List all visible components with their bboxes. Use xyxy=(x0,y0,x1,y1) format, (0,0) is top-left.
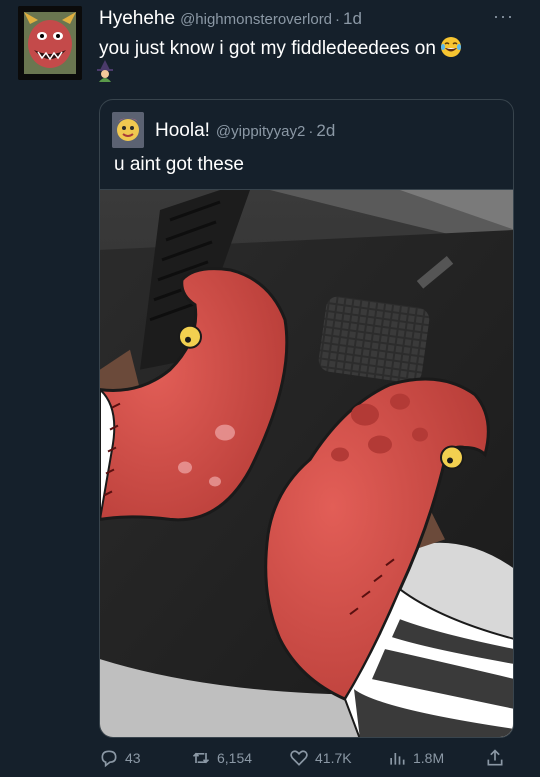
quoted-tweet-image[interactable] xyxy=(100,189,513,737)
views-chart-icon xyxy=(390,753,405,765)
heart-icon xyxy=(290,750,308,766)
separator-dot: · xyxy=(308,123,314,140)
retweet-icon xyxy=(192,752,210,764)
tweet-time[interactable]: 1d xyxy=(343,9,362,29)
quoted-author-header: Hoola! @yippityyay2 · 2d xyxy=(155,120,335,142)
quoted-tweet-text: u aint got these xyxy=(114,154,244,175)
views-button[interactable]: 1.8M xyxy=(387,748,444,768)
reply-count: 43 xyxy=(125,750,141,766)
tweet[interactable]: Hyehehe @highmonsteroverlord · 1d ··· yo… xyxy=(0,0,540,777)
more-options-icon[interactable]: ··· xyxy=(493,6,514,27)
reply-button[interactable]: 43 xyxy=(99,748,141,768)
author-avatar[interactable] xyxy=(18,6,82,80)
laughing-tears-emoji-icon xyxy=(440,37,461,57)
retweet-button[interactable]: 6,154 xyxy=(191,748,252,768)
quoted-author-avatar[interactable] xyxy=(112,112,144,148)
share-button[interactable] xyxy=(485,748,511,768)
separator-dot: · xyxy=(335,11,341,28)
quoted-author-handle[interactable]: @yippityyay2 xyxy=(216,123,305,140)
quoted-tweet-time[interactable]: 2d xyxy=(316,121,335,141)
share-icon xyxy=(487,749,503,766)
tweet-text-content: you just know i got my fiddledeedees on xyxy=(99,38,436,59)
witch-emoji-icon xyxy=(97,60,113,82)
views-count: 1.8M xyxy=(413,750,445,766)
like-count: 41.7K xyxy=(315,750,352,766)
reply-icon xyxy=(101,750,117,768)
author-display-name[interactable]: Hyehehe xyxy=(99,8,175,30)
like-button[interactable]: 41.7K xyxy=(289,748,352,768)
author-header: Hyehehe @highmonsteroverlord · 1d xyxy=(99,8,500,30)
quoted-author-display-name[interactable]: Hoola! xyxy=(155,120,210,142)
tweet-actions: 43 6,154 41.7K 1.8M xyxy=(99,748,519,774)
retweet-count: 6,154 xyxy=(217,750,253,766)
author-handle[interactable]: @highmonsteroverlord xyxy=(180,11,332,28)
tweet-text: you just know i got my fiddledeedees on xyxy=(99,36,528,61)
quoted-tweet[interactable]: Hoola! @yippityyay2 · 2d u aint got thes… xyxy=(99,99,514,738)
